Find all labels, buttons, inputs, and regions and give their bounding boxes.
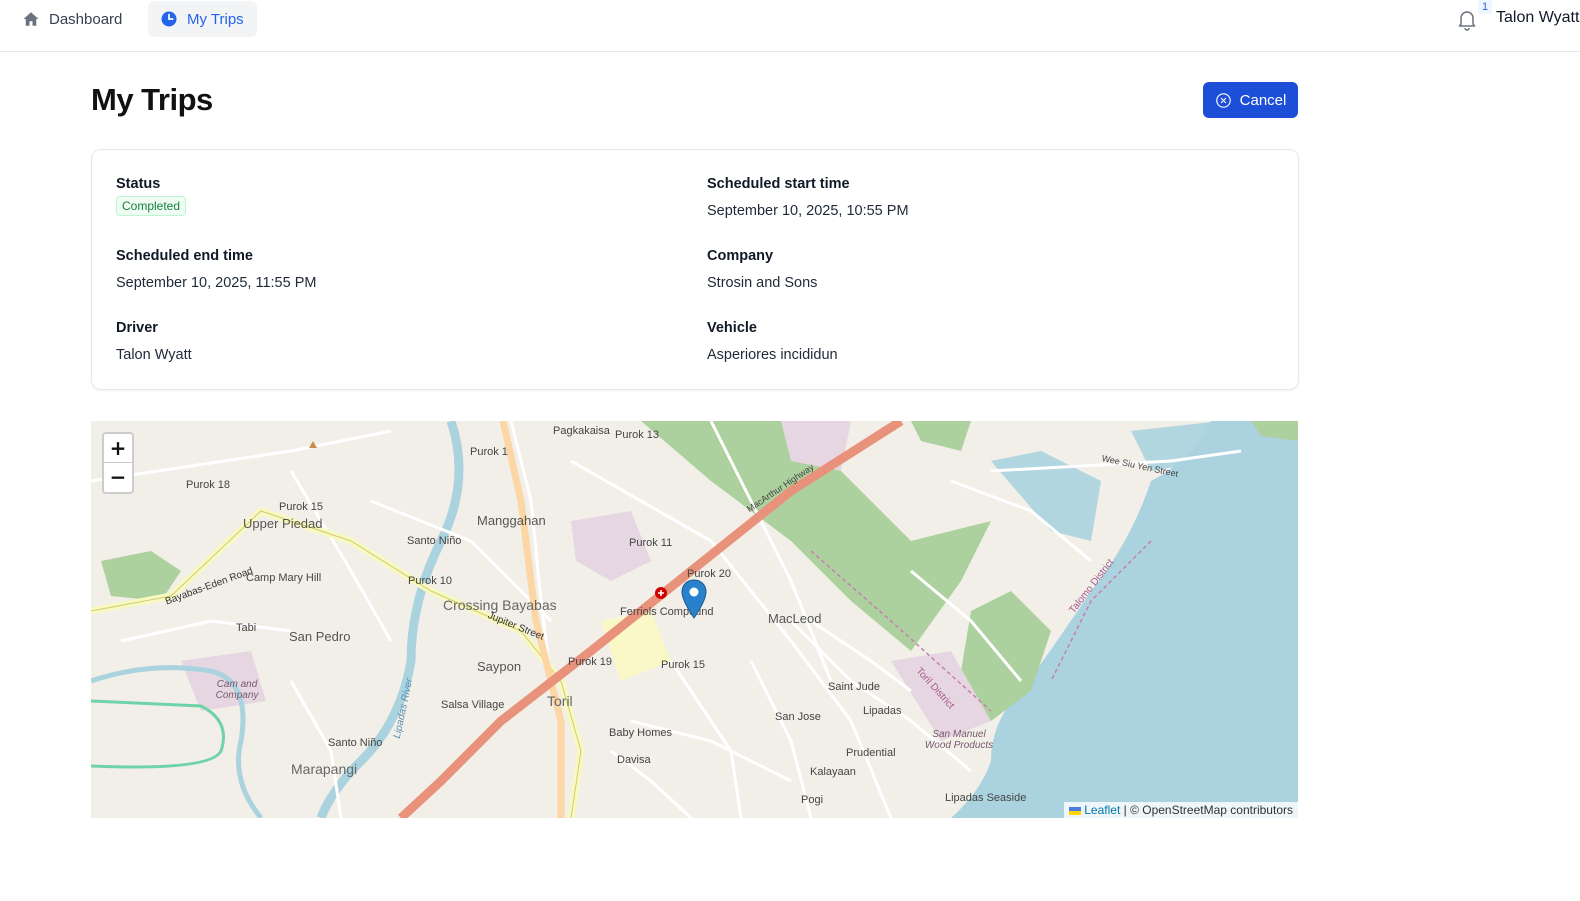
company-value: Strosin and Sons [707, 275, 818, 291]
start-time-label: Scheduled start time [707, 176, 850, 192]
map-label-purok-18: Purok 18 [186, 479, 231, 491]
status-field: Status Completed [116, 176, 187, 216]
status-label: Status [116, 176, 161, 192]
map-tiles[interactable] [91, 421, 1298, 818]
user-menu[interactable]: Talon Wyatt [1496, 9, 1579, 27]
nav-my-trips[interactable]: My Trips [148, 1, 257, 37]
top-navigation: Dashboard My Trips 1 Talon Wyatt [0, 0, 1580, 52]
map-label-tabi: Tabi [236, 622, 257, 634]
driver-label: Driver [116, 320, 158, 336]
map-label-toril: Toril [547, 693, 573, 709]
end-time-label: Scheduled end time [116, 248, 253, 264]
nav-dashboard-label: Dashboard [49, 10, 123, 28]
status-badge: Completed [116, 196, 187, 216]
vehicle-label: Vehicle [707, 320, 757, 336]
map-label-prudential: Prudential [846, 747, 896, 759]
driver-field: Driver Talon Wyatt [116, 320, 192, 363]
cancel-button[interactable]: Cancel [1203, 82, 1298, 118]
map-label-baby-homes: Baby Homes [609, 727, 672, 739]
map-label-pogi: Pogi [801, 794, 824, 806]
map-label-kalayaan: Kalayaan [810, 766, 856, 778]
ukraine-flag-icon [1068, 806, 1081, 815]
trip-map[interactable]: Toril Crossing Bayabas Manggahan Upper P… [91, 421, 1298, 818]
trip-details-card: Status Completed Scheduled start time Se… [91, 149, 1299, 390]
start-time-field: Scheduled start time September 10, 2025,… [707, 176, 909, 219]
cancel-button-label: Cancel [1239, 91, 1287, 109]
map-label-purok-15b: Purok 15 [661, 659, 706, 671]
map-label-purok-19: Purok 19 [568, 656, 613, 668]
zoom-control: + − [102, 432, 134, 494]
map-label-purok-11: Purok 11 [629, 537, 673, 549]
map-label-lipadas: Lipadas [863, 705, 902, 717]
map-label-purok-10: Purok 10 [408, 575, 453, 587]
map-label-crossing-bayabas: Crossing Bayabas [443, 597, 557, 613]
zoom-out-button[interactable]: − [104, 463, 132, 492]
notification-count-badge: 1 [1478, 0, 1492, 14]
map-label-saypon: Saypon [477, 659, 522, 674]
page-title: My Trips [91, 82, 213, 117]
map-pin-icon[interactable] [681, 579, 707, 619]
zoom-in-button[interactable]: + [104, 434, 132, 463]
map-label-pagkakaisa: Pagkakaisa [553, 425, 610, 437]
map-label-purok-15a: Purok 15 [279, 501, 324, 513]
start-time-value: September 10, 2025, 10:55 PM [707, 203, 909, 219]
vehicle-field: Vehicle Asperiores incididun [707, 320, 838, 363]
attribution-text: | © OpenStreetMap contributors [1120, 803, 1293, 817]
end-time-value: September 10, 2025, 11:55 PM [116, 275, 317, 291]
x-circle-icon [1215, 92, 1231, 108]
map-label-san-manuel: San Manuel Wood Products [924, 729, 994, 751]
clock-icon [161, 11, 177, 27]
map-label-macleod: MacLeod [768, 611, 822, 626]
map-label-san-pedro: San Pedro [289, 629, 351, 644]
company-field: Company Strosin and Sons [707, 248, 817, 291]
leaflet-link[interactable]: Leaflet [1084, 803, 1120, 817]
map-label-purok-13: Purok 13 [615, 429, 660, 441]
vehicle-value: Asperiores incididun [707, 347, 838, 363]
map-label-cam-company: Cam and Company [215, 679, 259, 701]
company-label: Company [707, 248, 774, 264]
map-attribution: Leaflet | © OpenStreetMap contributors [1063, 802, 1298, 818]
map-label-salsa-village: Salsa Village [441, 699, 505, 711]
home-icon [23, 12, 39, 26]
driver-value: Talon Wyatt [116, 347, 192, 363]
map-label-marapangi: Marapangi [291, 761, 358, 777]
map-label-santo-nino-2: Santo Niño [328, 737, 383, 749]
map-label-upper-piedad: Upper Piedad [243, 516, 323, 531]
nav-dashboard[interactable]: Dashboard [10, 1, 134, 37]
map-label-purok-1: Purok 1 [470, 446, 508, 458]
map-label-santo-nino: Santo Niño [407, 535, 462, 547]
map-label-lipadas-seaside: Lipadas Seaside [945, 792, 1027, 804]
map-label-manggahan: Manggahan [477, 513, 546, 528]
end-time-field: Scheduled end time September 10, 2025, 1… [116, 248, 316, 291]
map-label-camp-mary-hill: Camp Mary Hill [246, 572, 322, 584]
map-label-saint-jude: Saint Jude [828, 681, 880, 693]
bell-icon[interactable] [1455, 7, 1479, 31]
map-label-san-jose: San Jose [775, 711, 821, 723]
nav-my-trips-label: My Trips [187, 10, 244, 28]
map-label-davisa: Davisa [617, 754, 651, 766]
